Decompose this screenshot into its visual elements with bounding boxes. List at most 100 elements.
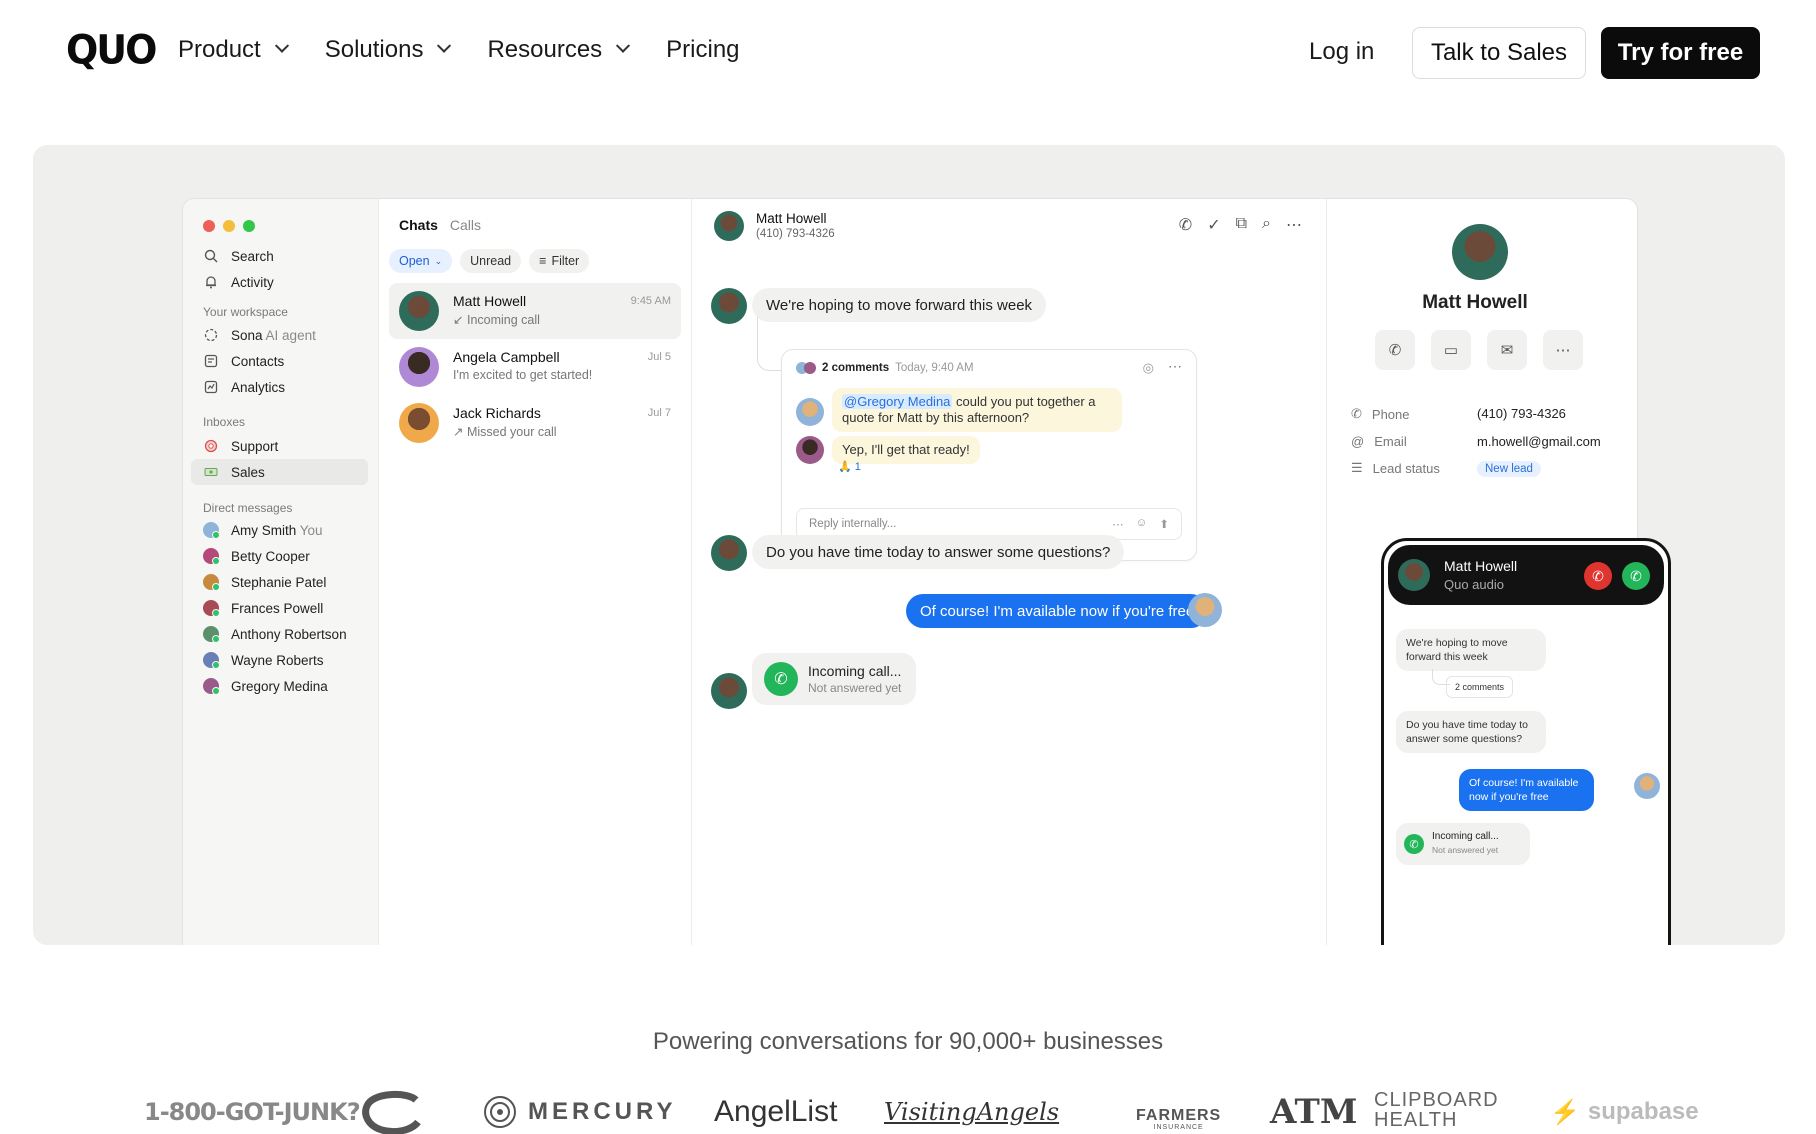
dm-item-wayne-roberts[interactable]: Wayne Roberts [203,647,373,673]
sidebar-item-support[interactable]: Support [203,433,373,459]
email-value[interactable]: m.howell@gmail.com [1477,434,1601,449]
comments-chip[interactable]: 2 comments [1446,676,1514,698]
lead-status-badge[interactable]: New lead [1477,461,1541,477]
conversation-pane: Matt Howell (410) 793-4326 ✆ ✓ ⧉ ⌕ ⋯ We'… [692,199,1327,945]
more-icon: ⋯ [1555,342,1571,359]
reply-placeholder: Reply internally... [809,518,897,530]
dm-item-betty-cooper[interactable]: Betty Cooper [203,543,373,569]
filter-button[interactable]: ≡ Filter [529,249,590,273]
dm-item-frances-powell[interactable]: Frances Powell [203,595,373,621]
conversation-contact-phone: (410) 793-4326 [756,228,835,240]
filter-label: Filter [551,254,580,268]
maximize-dot[interactable] [243,220,255,232]
conversation-time: Jul 7 [647,407,671,419]
check-icon[interactable]: ✓ [1207,215,1220,235]
incoming-call-card[interactable]: ✆ Incoming call... Not answered yet [1396,823,1530,865]
dm-item-anthony-robertson[interactable]: Anthony Robertson [203,621,373,647]
angellist-logo: AngelList [714,1095,838,1128]
contacts-icon [203,353,219,369]
sidebar-item-sales[interactable]: Sales [191,459,368,485]
sidebar-item-search[interactable]: Search [203,243,373,269]
sidebar-item-label: Stephanie Patel [231,574,327,590]
resolve-icon[interactable]: ◎ [1143,360,1154,376]
dm-item-gregory-medina[interactable]: Gregory Medina [203,673,373,699]
sidebar-item-label: Sales [231,464,265,480]
hang-up-icon: ✆ [1592,567,1604,584]
call-button[interactable]: ✆ [1375,330,1415,370]
health-word: HEALTH [1374,1109,1458,1131]
sidebar-item-label: Wayne Roberts [231,652,324,668]
dm-item-amy-smith[interactable]: Amy Smith You [203,517,373,543]
customer-logos: 1-800-GOT-JUNK? MERCURY AngelList Visiti… [140,1090,1700,1134]
conversation-preview: ↙ Incoming call [453,312,540,327]
sidebar-item-analytics[interactable]: Analytics [203,374,373,400]
send-icon[interactable]: ⬆ [1159,517,1169,531]
sidebar-item-sona[interactable]: Sona AI agent [203,322,373,348]
more-icon[interactable]: ⋯ [1168,358,1182,375]
supabase-wordmark: supabase [1587,1098,1699,1125]
customers-tagline: Powering conversations for 90,000+ busin… [652,1028,1164,1055]
accept-call-button[interactable]: ✆ [1622,562,1650,590]
conversation-item-angela-campbell[interactable]: Angela Campbell I'm excited to get start… [389,339,681,395]
open-filter[interactable]: Open ⌄ [389,249,453,273]
list-icon: ☰ [1351,460,1363,475]
search-icon[interactable]: ⌕ [1262,215,1271,235]
dm-heading: Direct messages [203,501,293,515]
conversation-item-matt-howell[interactable]: Matt Howell ↙ Incoming call 9:45 AM [389,283,681,339]
decline-call-button[interactable]: ✆ [1584,562,1612,590]
conversation-contact-name: Matt Howell [756,211,827,226]
nav-pricing[interactable]: Pricing [666,36,739,64]
more-button[interactable]: ⋯ [1543,330,1583,370]
quo-logo[interactable]: QUO [66,27,157,73]
nav-solutions[interactable]: Solutions [325,36,452,64]
minimize-dot[interactable] [223,220,235,232]
tab-calls[interactable]: Calls [450,217,481,233]
ai-agent-suffix: AI agent [265,327,316,343]
bolt-icon: ⚡ [1550,1098,1580,1126]
at-icon: @ [1351,434,1365,449]
thread-time: Today, 9:40 AM [895,362,974,374]
app-sidebar: Search Activity Your workspace Sona AI a… [183,199,379,945]
sidebar-item-activity[interactable]: Activity [203,269,373,295]
avatar [1188,593,1222,627]
contact-email-row: @ Email m.howell@gmail.com [1351,434,1601,449]
emoji-icon[interactable]: ☺ [1136,517,1148,531]
chevron-down-icon [616,38,631,53]
tab-chats[interactable]: Chats [399,217,438,233]
avatar [399,347,439,387]
mention[interactable]: @Gregory Medina [842,394,953,409]
conversation-item-jack-richards[interactable]: Jack Richards ↗ Missed your call Jul 7 [389,395,681,451]
talk-to-sales-button[interactable]: Talk to Sales [1412,27,1586,79]
sidebar-item-label: Analytics [231,379,286,395]
unread-filter[interactable]: Unread [460,249,522,273]
filter-pills: Open ⌄ Unread ≡ Filter [389,249,590,273]
close-dot[interactable] [203,220,215,232]
more-icon[interactable]: ⋯ [1286,215,1302,235]
sidebar-item-label: Activity [231,274,274,290]
try-for-free-button[interactable]: Try for free [1601,27,1760,79]
incoming-call-card[interactable]: ✆ Incoming call... Not answered yet [752,653,916,705]
message-button[interactable]: ▭ [1431,330,1471,370]
sidebar-item-contacts[interactable]: Contacts [203,348,373,374]
phone-icon[interactable]: ✆ [1179,215,1192,235]
dm-item-stephanie-patel[interactable]: Stephanie Patel [203,569,373,595]
reaction[interactable]: 🙏 1 [838,460,861,473]
sidebar-item-label: Contacts [231,353,285,369]
login-link[interactable]: Log in [1309,38,1374,66]
email-label: Email [1374,434,1407,449]
avatar [399,403,439,443]
email-button[interactable]: ✉ [1487,330,1527,370]
sona-icon [203,327,219,343]
call-status: Not answered yet [808,681,902,695]
message-bubble: We're hoping to move forward this week [752,288,1047,322]
avatar [1398,559,1430,591]
avatar [203,574,220,591]
more-icon[interactable]: ⋯ [1112,517,1124,531]
nav-product[interactable]: Product [178,36,289,64]
nav-resources[interactable]: Resources [487,36,631,64]
snooze-icon[interactable]: ⧉ [1236,215,1247,235]
phone-value[interactable]: (410) 793-4326 [1477,406,1566,422]
farmers-logo: FARMERS INSURANCE [1136,1090,1221,1134]
you-suffix: You [299,522,323,538]
sidebar-item-label: Sona AI agent [231,328,316,343]
